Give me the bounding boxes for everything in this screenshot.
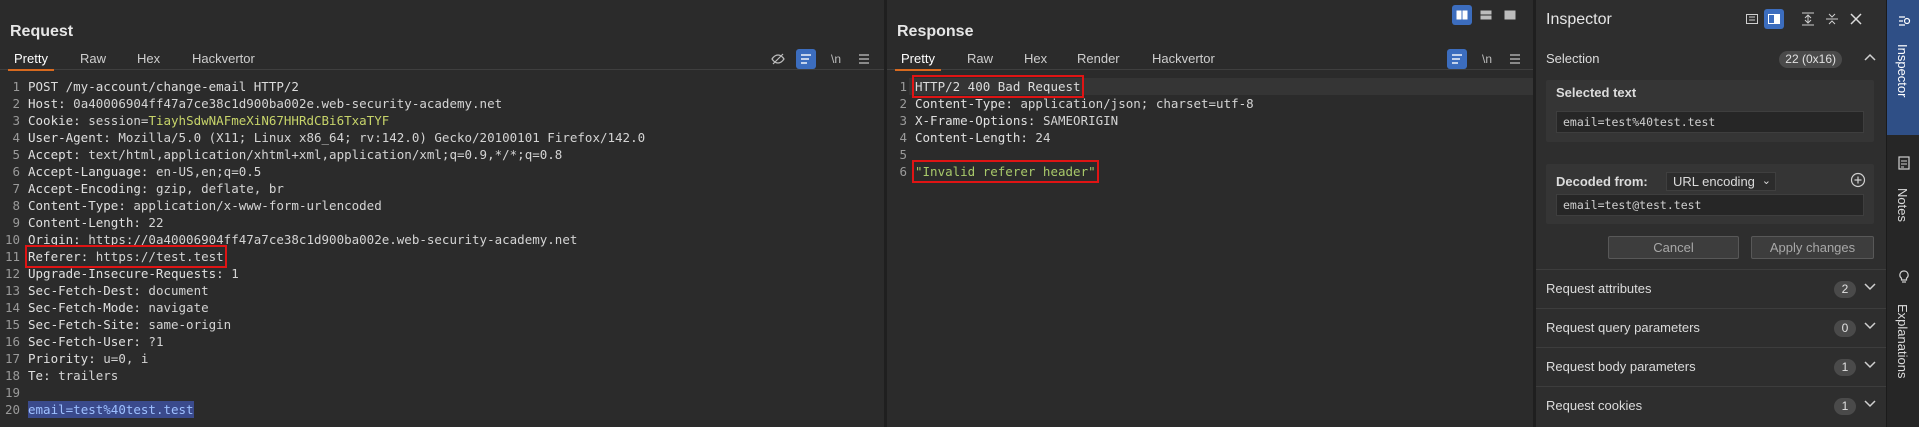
selected-text-card: Selected text email=test%40test.test xyxy=(1546,80,1874,142)
tab-pretty[interactable]: Pretty xyxy=(895,48,941,71)
tab-hackvertor[interactable]: Hackvertor xyxy=(192,48,255,70)
selected-body-text: email=test%40test.test xyxy=(28,401,194,418)
expand-all-icon[interactable] xyxy=(1798,9,1818,29)
rail-item-explanations[interactable]: Explanations xyxy=(1887,262,1919,402)
selection-badge: 22 (0x16) xyxy=(1779,51,1842,68)
notes-icon xyxy=(1896,156,1912,172)
menu-icon[interactable] xyxy=(1505,49,1525,69)
inspector-header-icons xyxy=(1742,9,1882,29)
selection-section-header[interactable]: Selection 22 (0x16) xyxy=(1536,40,1886,79)
chevron-up-icon[interactable] xyxy=(1862,49,1878,65)
response-tabs: Pretty Raw Hex Render Hackvertor xyxy=(887,48,1533,71)
chevron-down-icon xyxy=(1862,396,1878,412)
tab-pretty[interactable]: Pretty xyxy=(8,48,54,71)
format-icon[interactable] xyxy=(1447,49,1467,69)
response-toolbar: \n xyxy=(1447,49,1533,69)
response-title: Response xyxy=(897,23,974,40)
close-icon[interactable] xyxy=(1846,9,1866,29)
newline-icon[interactable]: \n xyxy=(1477,49,1497,69)
inspector-layout-panel-icon[interactable] xyxy=(1764,9,1784,29)
collapse-all-icon[interactable] xyxy=(1822,9,1842,29)
request-attributes-section[interactable]: Request attributes 2 xyxy=(1536,269,1886,308)
layout-toggle xyxy=(1452,5,1532,25)
tab-raw[interactable]: Raw xyxy=(80,48,106,70)
rail-item-notes[interactable]: Notes xyxy=(1887,148,1919,248)
cancel-button[interactable]: Cancel xyxy=(1608,236,1739,259)
selected-text-field[interactable]: email=test%40test.test xyxy=(1556,111,1864,133)
request-cookies-section[interactable]: Request cookies 1 xyxy=(1536,386,1886,425)
request-title: Request xyxy=(10,23,74,40)
inspector-icon xyxy=(1896,14,1912,30)
tab-render[interactable]: Render xyxy=(1077,48,1120,70)
rail-item-inspector[interactable]: Inspector xyxy=(1887,0,1919,135)
chevron-down-icon: ⌄ xyxy=(1761,175,1771,187)
body-highlight-box: "Invalid referer header" xyxy=(912,160,1099,183)
lightbulb-icon xyxy=(1896,270,1912,286)
inspector-layout-list-icon[interactable] xyxy=(1742,9,1762,29)
request-query-parameters-section[interactable]: Request query parameters 0 xyxy=(1536,308,1886,347)
decoded-card: Decoded from: URL encoding ⌄ email=test@t… xyxy=(1546,164,1874,224)
encoding-dropdown[interactable]: URL encoding ⌄ xyxy=(1666,172,1776,191)
tab-hex[interactable]: Hex xyxy=(137,48,160,70)
request-pane: Request Pretty Raw Hex Hackvertor \n 1 PO… xyxy=(0,0,884,427)
layout-side-by-side-icon[interactable] xyxy=(1452,5,1472,25)
response-pane: Response Pretty Raw Hex Render Hackverto… xyxy=(887,0,1533,427)
tab-raw[interactable]: Raw xyxy=(967,48,993,70)
request-toolbar: \n xyxy=(768,49,878,69)
add-decoding-icon[interactable] xyxy=(1850,172,1866,188)
inspector-title: Inspector xyxy=(1546,11,1612,28)
request-editor[interactable]: 1 POST /my-account/change-email HTTP/2 2H… xyxy=(0,78,884,427)
chevron-down-icon xyxy=(1862,357,1878,373)
status-highlight-box: HTTP/2 400 Bad Request xyxy=(912,75,1084,98)
format-icon[interactable] xyxy=(796,49,816,69)
decoded-text-field[interactable]: email=test@test.test xyxy=(1556,194,1864,216)
eye-off-icon[interactable] xyxy=(768,49,788,69)
newline-icon[interactable]: \n xyxy=(826,49,846,69)
inspector-panel: Inspector Selection 22 (0x16) Selected t… xyxy=(1536,0,1886,427)
layout-tabs-icon[interactable] xyxy=(1500,5,1520,25)
chevron-down-icon xyxy=(1862,318,1878,334)
layout-stacked-icon[interactable] xyxy=(1476,5,1496,25)
response-editor[interactable]: 1 HTTP/2 400 Bad Request 2 Content-Type: a… xyxy=(887,75,1533,427)
tab-hackvertor[interactable]: Hackvertor xyxy=(1152,48,1215,70)
request-body-parameters-section[interactable]: Request body parameters 1 xyxy=(1536,347,1886,386)
apply-changes-button[interactable]: Apply changes xyxy=(1751,236,1874,259)
side-rail: Inspector Notes Explanations xyxy=(1886,0,1919,427)
chevron-down-icon xyxy=(1862,279,1878,295)
request-tabs: Pretty Raw Hex Hackvertor xyxy=(0,48,884,71)
menu-icon[interactable] xyxy=(854,49,874,69)
tab-hex[interactable]: Hex xyxy=(1024,48,1047,70)
referer-highlight-box: Referer: https://test.test xyxy=(25,245,227,268)
